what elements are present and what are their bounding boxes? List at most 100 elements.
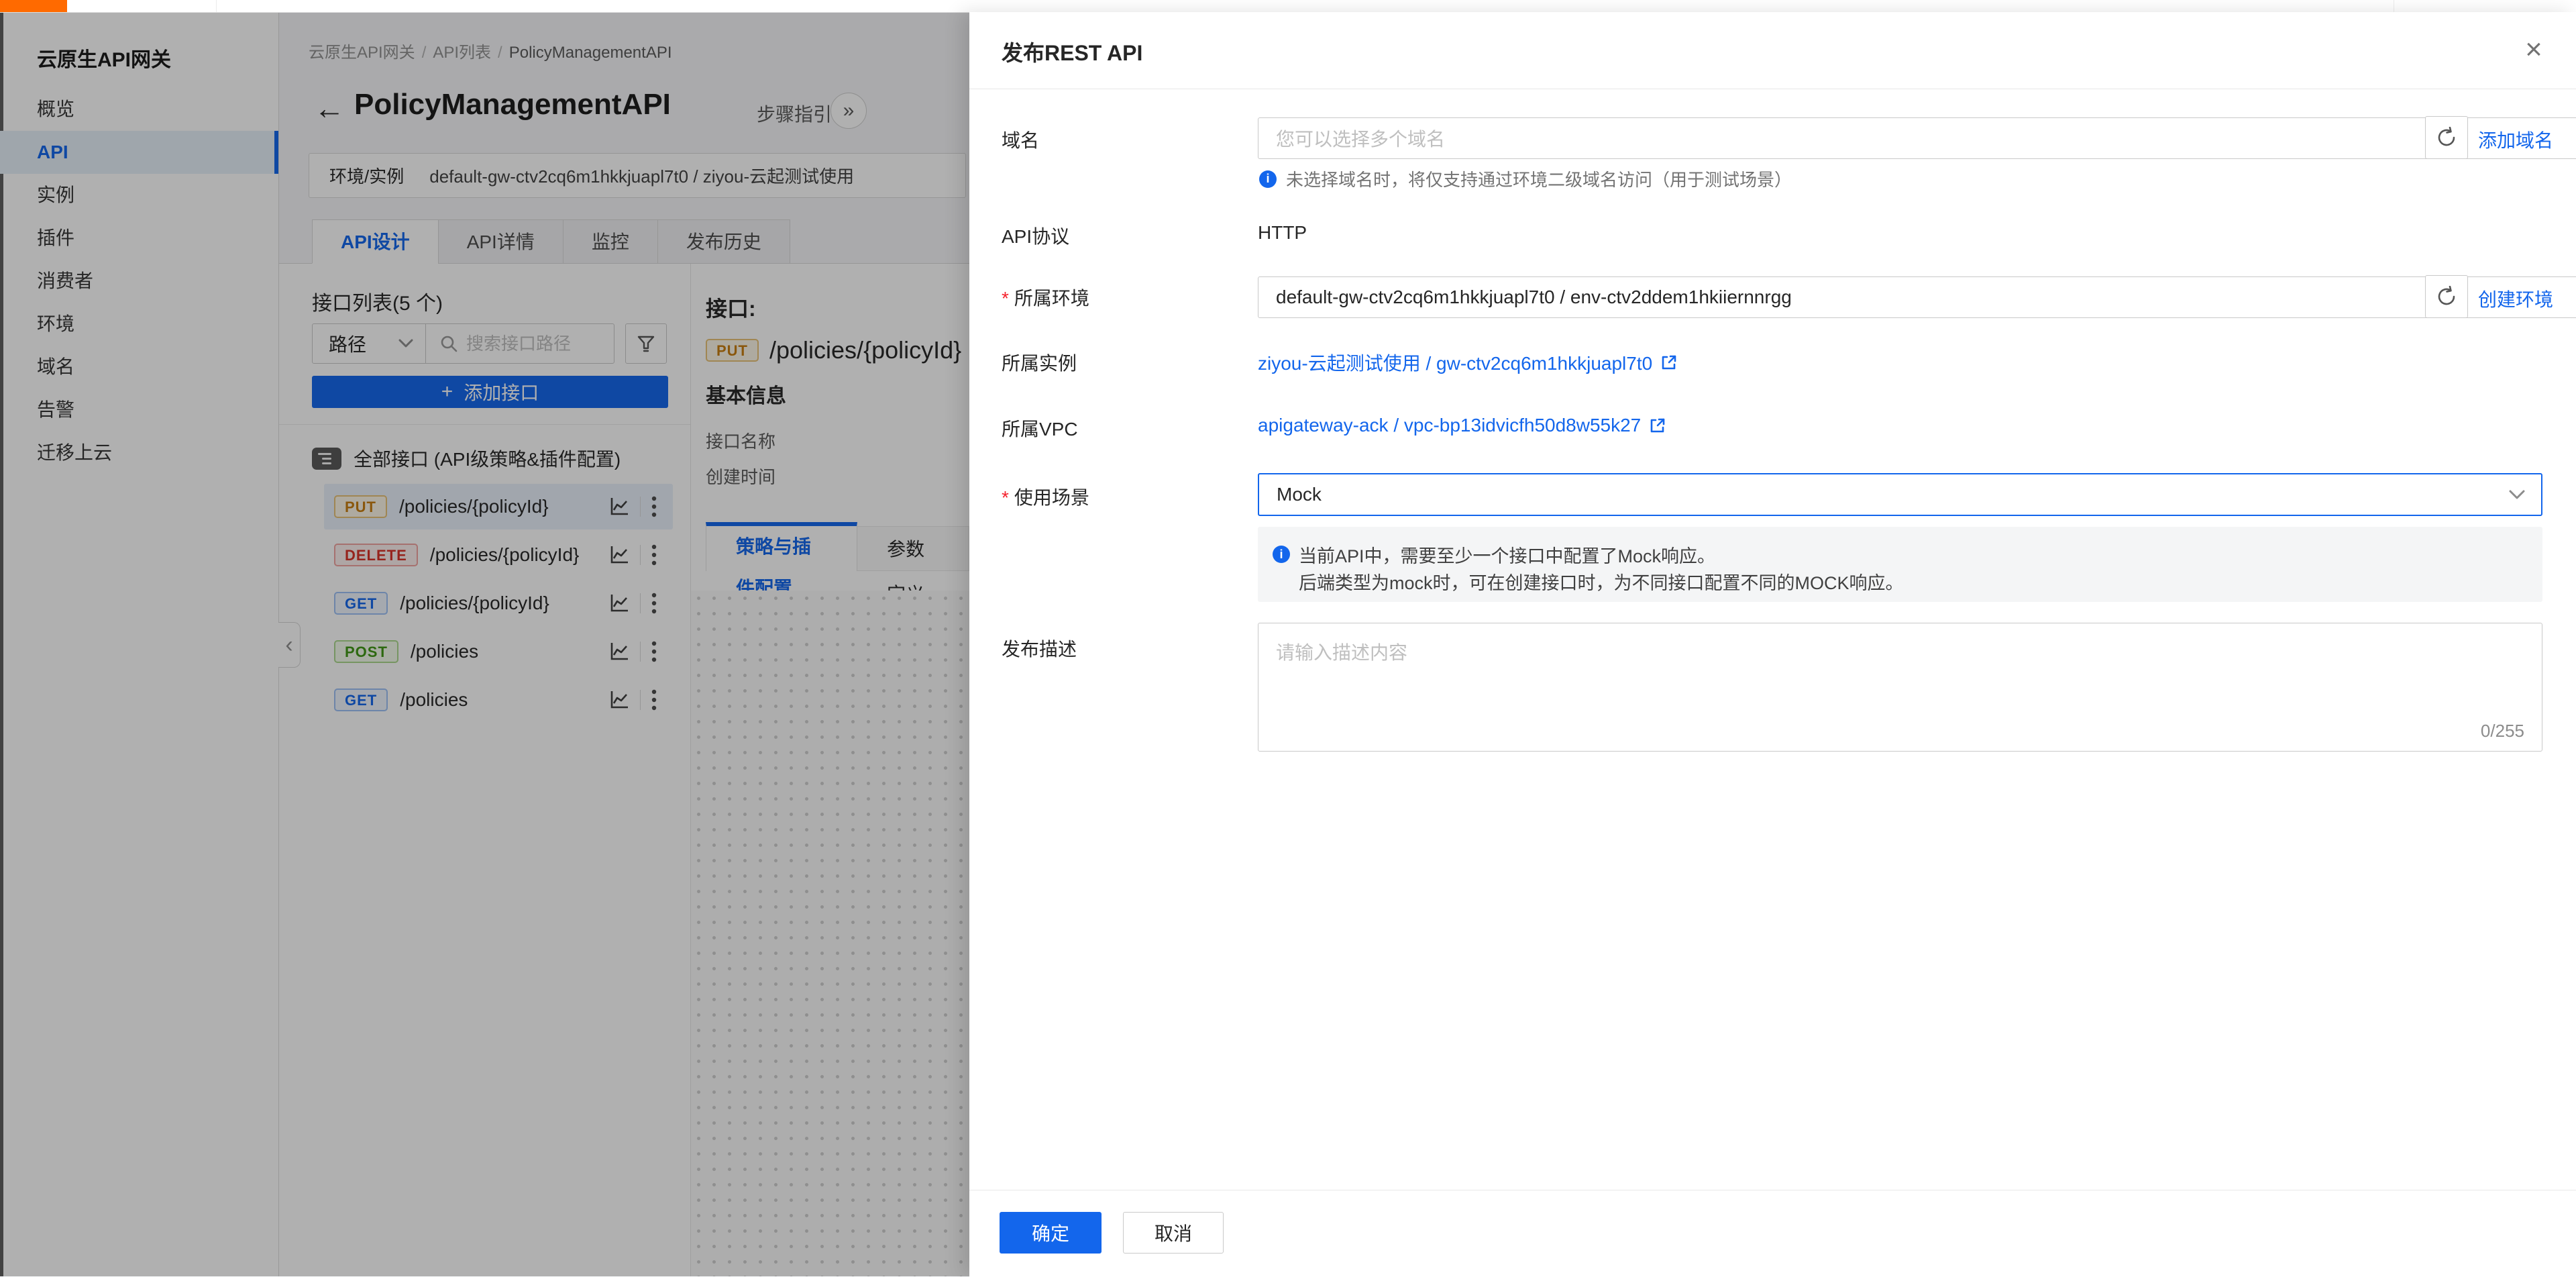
- interface-row[interactable]: GET /policies: [324, 677, 673, 723]
- topbar: [0, 0, 2576, 13]
- breadcrumb-item[interactable]: API列表: [433, 44, 491, 62]
- interface-row[interactable]: POST /policies: [324, 629, 673, 674]
- sidebar-menu: 概览 API 实例 插件 消费者 环境 域名 告警 迁移上云: [0, 88, 278, 474]
- domain-label: 域名: [1002, 126, 1039, 153]
- divider: [640, 545, 641, 565]
- breadcrumb-item[interactable]: 云原生API网关: [309, 44, 415, 62]
- interface-row[interactable]: GET /policies/{policyId}: [324, 580, 673, 626]
- description-textarea[interactable]: [1258, 623, 2542, 717]
- publish-rest-api-drawer: 发布REST API × 域名 您可以选择多个域名 添加域名 i 未选择域名时，…: [969, 12, 2576, 1276]
- scenario-label: *使用场景: [1002, 483, 1089, 510]
- tab-api-detail[interactable]: API详情: [438, 219, 564, 264]
- scenario-select[interactable]: Mock: [1258, 473, 2542, 516]
- back-arrow-icon[interactable]: ←: [314, 91, 345, 125]
- sidebar-item-consumer[interactable]: 消费者: [0, 260, 278, 303]
- interface-list-header: 接口列表(5 个): [312, 287, 443, 316]
- close-icon[interactable]: ×: [2516, 32, 2551, 67]
- cancel-button[interactable]: 取消: [1123, 1212, 1224, 1254]
- kebab-menu-icon[interactable]: [651, 592, 657, 615]
- refresh-environment-button[interactable]: [2425, 275, 2468, 318]
- env-instance-value: default-gw-ctv2cq6m1hkkjuapl7t0 / ziyou-…: [429, 163, 854, 188]
- description-label: 发布描述: [1002, 635, 1077, 662]
- step-guide-expand-button[interactable]: »: [830, 93, 867, 129]
- domain-select[interactable]: 您可以选择多个域名: [1258, 117, 2576, 159]
- add-interface-button[interactable]: + 添加接口: [312, 376, 668, 408]
- sidebar: 云原生API网关 概览 API 实例 插件 消费者 环境 域名 告警 迁移上云: [0, 12, 279, 1276]
- scenario-value: Mock: [1277, 484, 1322, 505]
- group-tree-icon: [312, 448, 341, 470]
- domain-hint-text: 未选择域名时，将仅支持通过环境二级域名访问（用于测试场景）: [1286, 166, 1792, 191]
- monitor-chart-icon[interactable]: [609, 642, 629, 662]
- kebab-menu-icon[interactable]: [651, 688, 657, 711]
- step-guide-label: 步骤指引: [757, 100, 832, 127]
- monitor-chart-icon[interactable]: [609, 593, 629, 613]
- interface-path: /policies/{policyId}: [769, 336, 961, 364]
- kebab-menu-icon[interactable]: [651, 640, 657, 663]
- sidebar-item-domain[interactable]: 域名: [0, 346, 278, 389]
- vpc-label: 所属VPC: [1002, 415, 1078, 442]
- sidebar-item-overview[interactable]: 概览: [0, 88, 278, 131]
- sidebar-item-instance[interactable]: 实例: [0, 174, 278, 217]
- interface-row[interactable]: PUT /policies/{policyId}: [324, 484, 673, 529]
- add-interface-label: 添加接口: [464, 378, 539, 405]
- interface-path: /policies: [400, 689, 468, 711]
- api-protocol-label: API协议: [1002, 222, 1069, 249]
- domain-placeholder: 您可以选择多个域名: [1276, 125, 1445, 152]
- instance-link-text: ziyou-云起测试使用 / gw-ctv2cq6m1hkkjuapl7t0: [1258, 349, 1652, 376]
- monitor-chart-icon[interactable]: [609, 690, 629, 710]
- sidebar-item-api[interactable]: API: [0, 131, 278, 174]
- add-domain-link[interactable]: 添加域名: [2478, 126, 2553, 153]
- interface-rows: PUT /policies/{policyId} DELETE /policie…: [324, 484, 673, 725]
- all-interfaces-group[interactable]: 全部接口 (API级策略&插件配置): [312, 445, 621, 472]
- sidebar-collapse-handle[interactable]: ‹: [278, 622, 301, 668]
- tab-publish-history[interactable]: 发布历史: [657, 219, 790, 264]
- filter-funnel-button[interactable]: [625, 323, 667, 364]
- sidebar-item-migration[interactable]: 迁移上云: [0, 431, 278, 474]
- tab-api-design[interactable]: API设计: [312, 219, 439, 264]
- path-filter-label: 路径: [329, 330, 366, 357]
- required-mark: *: [1002, 288, 1009, 309]
- env-instance-selector[interactable]: 环境/实例 default-gw-ctv2cq6m1hkkjuapl7t0 / …: [309, 153, 966, 198]
- search-icon: [439, 334, 458, 353]
- description-box: 0/255: [1258, 623, 2542, 752]
- monitor-chart-icon[interactable]: [609, 497, 629, 517]
- vpc-link-text: apigateway-ack / vpc-bp13idvicfh50d8w55k…: [1258, 415, 1641, 436]
- path-filter-select[interactable]: 路径: [312, 323, 426, 364]
- instance-label: 所属实例: [1002, 349, 1077, 376]
- method-badge: GET: [334, 592, 388, 615]
- tab-parameter-definition[interactable]: 参数定义: [857, 526, 969, 571]
- search-input[interactable]: [465, 333, 602, 355]
- interface-row[interactable]: DELETE /policies/{policyId}: [324, 532, 673, 578]
- kebab-menu-icon[interactable]: [651, 544, 657, 566]
- breadcrumb-separator: /: [498, 44, 502, 62]
- environment-select[interactable]: default-gw-ctv2cq6m1hkkjuapl7t0 / env-ct…: [1258, 276, 2576, 318]
- environment-value: default-gw-ctv2cq6m1hkkjuapl7t0 / env-ct…: [1276, 287, 1792, 308]
- tab-policy-plugin-config[interactable]: 策略与插件配置: [706, 522, 857, 571]
- chevron-down-icon: [398, 339, 413, 348]
- interface-detail-panel: 接口: PUT /policies/{policyId} 基本信息 接口名称 创…: [691, 264, 969, 1276]
- topbar-divider: [216, 0, 217, 12]
- method-badge: PUT: [334, 495, 387, 518]
- scenario-info-box: i 当前API中，需要至少一个接口中配置了Mock响应。 后端类型为mock时，…: [1258, 527, 2542, 602]
- filter-row: 路径: [312, 323, 667, 364]
- drawer-title: 发布REST API: [1002, 36, 1142, 67]
- sidebar-item-plugin[interactable]: 插件: [0, 217, 278, 260]
- divider: [640, 497, 641, 517]
- create-environment-link[interactable]: 创建环境: [2478, 285, 2553, 312]
- sidebar-item-alarm[interactable]: 告警: [0, 389, 278, 431]
- scenario-info-line1: 当前API中，需要至少一个接口中配置了Mock响应。: [1299, 542, 1715, 568]
- tab-monitor[interactable]: 监控: [563, 219, 658, 264]
- environment-label: *所属环境: [1002, 284, 1089, 311]
- sidebar-item-environment[interactable]: 环境: [0, 303, 278, 346]
- refresh-icon: [2436, 286, 2457, 307]
- sidebar-product-title: 云原生API网关: [37, 43, 171, 72]
- monitor-chart-icon[interactable]: [609, 545, 629, 565]
- chevron-down-icon: [2509, 490, 2525, 500]
- kebab-menu-icon[interactable]: [651, 495, 657, 518]
- instance-link[interactable]: ziyou-云起测试使用 / gw-ctv2cq6m1hkkjuapl7t0: [1258, 349, 1678, 376]
- interface-path: /policies: [411, 641, 478, 662]
- info-icon: i: [1259, 170, 1277, 188]
- refresh-domain-button[interactable]: [2425, 116, 2468, 159]
- confirm-button[interactable]: 确定: [1000, 1212, 1102, 1254]
- vpc-link[interactable]: apigateway-ack / vpc-bp13idvicfh50d8w55k…: [1258, 415, 1666, 436]
